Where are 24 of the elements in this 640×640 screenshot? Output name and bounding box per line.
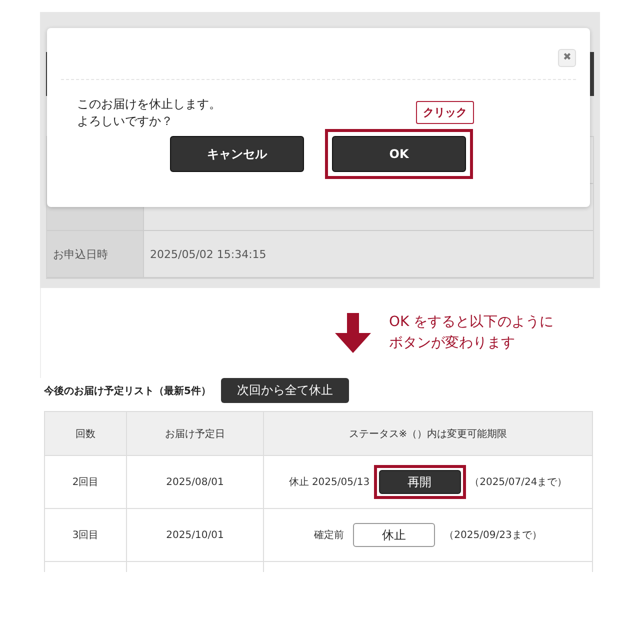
- pause-button[interactable]: 休止: [353, 523, 436, 547]
- close-button[interactable]: ✖: [558, 49, 576, 67]
- dialog-button[interactable]: キャンセル: [170, 136, 304, 172]
- table-cell: お申込日時: [47, 231, 143, 278]
- section-title: 今後のお届け予定リスト（最新5件）: [44, 384, 211, 398]
- dialog-button[interactable]: OK: [332, 136, 466, 172]
- column-header: ステータス※（）内は変更可能期限: [264, 412, 593, 456]
- column-header: お届け予定日: [127, 412, 264, 456]
- deadline-text: （2025/09/23まで）: [444, 529, 542, 542]
- table-cell: 2025/05/02 15:34:15: [143, 231, 593, 278]
- table-cell: 2025/10/01: [127, 509, 264, 562]
- dialog-message: このお届けを休止します。 よろしいですか？: [77, 96, 221, 130]
- callout-label: クリック: [416, 101, 474, 124]
- table-cell: 2回目: [45, 456, 127, 509]
- pause-all-button[interactable]: 次回から全て休止: [220, 378, 349, 403]
- down-arrow-icon: [333, 313, 373, 353]
- status-text: 休止 2025/05/13: [288, 476, 370, 489]
- deadline-text: （2025/07/24まで）: [470, 476, 568, 489]
- table-cell: 3回目: [45, 509, 127, 562]
- column-header: 回数: [45, 412, 127, 456]
- note-text: OK をすると以下のように ボタンが変わります: [389, 313, 554, 353]
- status-text: 確定前: [314, 528, 344, 542]
- resume-button[interactable]: 再開: [378, 470, 461, 494]
- table-cell: 2025/08/01: [127, 456, 264, 509]
